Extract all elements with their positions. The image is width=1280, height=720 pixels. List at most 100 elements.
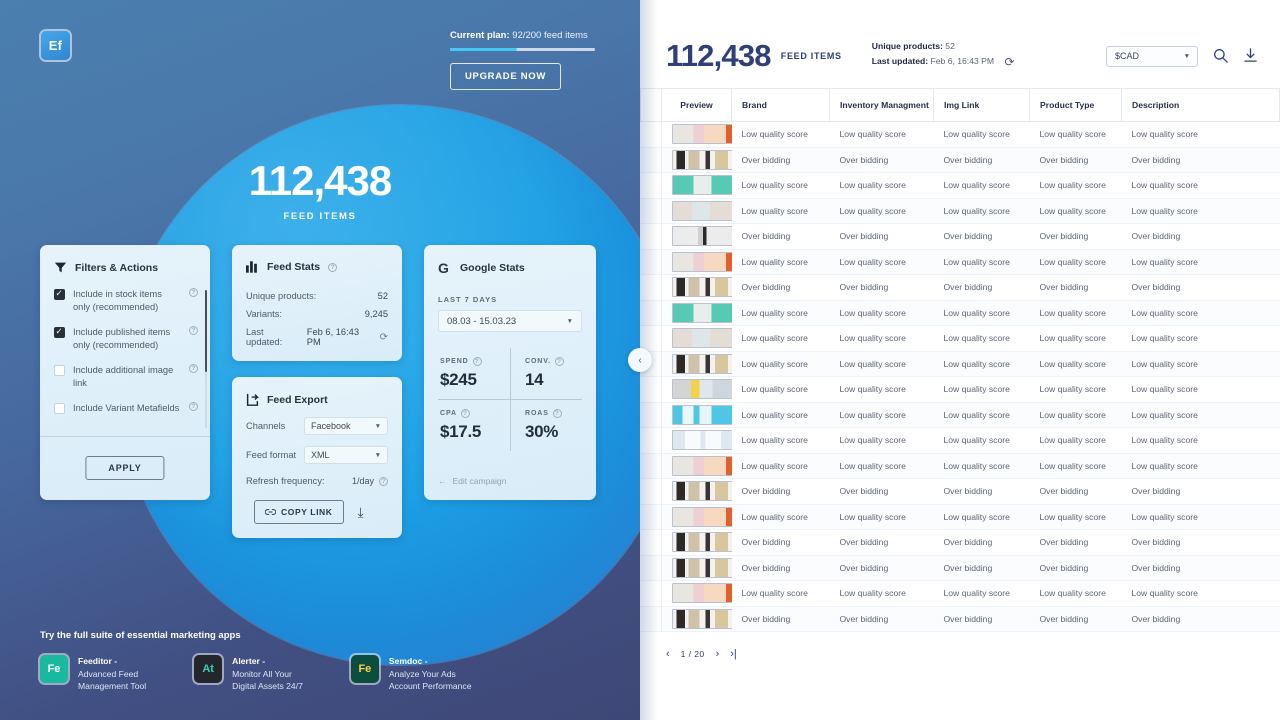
product-type-cell[interactable]: Over bidding [1029, 274, 1122, 301]
table-row[interactable]: Over bidding Over bidding Over bidding Over… [640, 223, 1280, 250]
inventory-cell[interactable]: Low quality score [829, 249, 934, 275]
brand-cell[interactable]: Over bidding [731, 274, 830, 301]
preview-cell[interactable] [661, 555, 732, 581]
brand-cell[interactable]: Low quality score [731, 172, 830, 199]
filter-row[interactable]: Include additional image link ? [54, 364, 198, 389]
img-link-cell[interactable]: Low quality score [933, 121, 1030, 148]
description-cell[interactable]: Over bidding [1121, 147, 1280, 173]
help-icon[interactable]: ? [328, 262, 338, 272]
img-link-cell[interactable]: Over bidding [933, 606, 1030, 632]
inventory-cell[interactable]: Low quality score [829, 504, 934, 530]
preview-cell[interactable] [661, 606, 732, 632]
preview-cell[interactable] [661, 172, 732, 199]
product-type-cell[interactable]: Low quality score [1029, 300, 1122, 326]
row-select-cell[interactable] [640, 376, 662, 403]
app-card-alerter[interactable]: At Alerter - Monitor All Your Digital As… [194, 655, 303, 692]
product-type-cell[interactable]: Low quality score [1029, 402, 1122, 428]
preview-cell[interactable] [661, 198, 732, 224]
description-cell[interactable]: Over bidding [1121, 274, 1280, 301]
description-cell[interactable]: Low quality score [1121, 376, 1280, 403]
img-link-cell[interactable]: Low quality score [933, 376, 1030, 403]
download-icon[interactable]: ⤓ [358, 504, 364, 521]
download-icon[interactable] [1243, 47, 1258, 65]
date-range-select[interactable]: 08.03 - 15.03.23 ▼ [438, 310, 582, 332]
row-select-cell[interactable] [640, 402, 662, 428]
brand-cell[interactable]: Over bidding [731, 147, 830, 173]
edit-campaign-link[interactable]: ← Edit campaign [438, 476, 506, 486]
brand-cell[interactable]: Low quality score [731, 376, 830, 403]
product-type-cell[interactable]: Low quality score [1029, 504, 1122, 530]
product-type-cell[interactable]: Low quality score [1029, 453, 1122, 479]
brand-cell[interactable]: Low quality score [731, 351, 830, 377]
preview-cell[interactable] [661, 325, 732, 352]
inventory-cell[interactable]: Low quality score [829, 121, 934, 148]
row-select-cell[interactable] [640, 580, 662, 607]
column-description[interactable]: Description [1121, 88, 1280, 122]
brand-cell[interactable]: Low quality score [731, 580, 830, 607]
product-type-cell[interactable]: Over bidding [1029, 147, 1122, 173]
row-select-cell[interactable] [640, 427, 662, 454]
img-link-cell[interactable]: Low quality score [933, 504, 1030, 530]
img-link-cell[interactable]: Over bidding [933, 555, 1030, 581]
img-link-cell[interactable]: Over bidding [933, 529, 1030, 556]
description-cell[interactable]: Over bidding [1121, 478, 1280, 505]
row-select-cell[interactable] [640, 274, 662, 301]
description-cell[interactable]: Low quality score [1121, 198, 1280, 224]
column-select[interactable] [640, 88, 662, 122]
help-icon[interactable]: ? [460, 409, 470, 418]
inventory-cell[interactable]: Low quality score [829, 351, 934, 377]
description-cell[interactable]: Over bidding [1121, 223, 1280, 250]
filters-scrollbar-thumb[interactable] [204, 290, 207, 372]
inventory-cell[interactable]: Over bidding [829, 529, 934, 556]
img-link-cell[interactable]: Low quality score [933, 453, 1030, 479]
column-brand[interactable]: Brand [731, 88, 830, 122]
help-icon[interactable]: ? [379, 476, 388, 486]
img-link-cell[interactable]: Low quality score [933, 402, 1030, 428]
img-link-cell[interactable]: Low quality score [933, 325, 1030, 352]
prev-page-button[interactable]: ‹ [666, 648, 670, 660]
help-icon[interactable]: ? [552, 409, 562, 418]
app-card-feeditor[interactable]: Fe Feeditor - Advanced Feed Management T… [40, 655, 146, 692]
upgrade-now-button[interactable]: UPGRADE NOW [450, 63, 562, 90]
help-icon[interactable]: ? [472, 357, 482, 366]
description-cell[interactable]: Over bidding [1121, 555, 1280, 581]
table-row[interactable]: Low quality score Low quality score Low qu… [640, 402, 1280, 428]
table-row[interactable]: Low quality score Low quality score Low qu… [640, 325, 1280, 352]
help-icon[interactable]: ? [189, 326, 198, 336]
inventory-cell[interactable]: Over bidding [829, 147, 934, 173]
img-link-cell[interactable]: Low quality score [933, 249, 1030, 275]
checkbox-include-variant-metafields[interactable] [54, 403, 65, 415]
last-page-button[interactable]: ›| [730, 648, 737, 660]
refresh-icon[interactable]: ⟳ [380, 332, 388, 343]
preview-cell[interactable] [661, 504, 732, 530]
filter-row[interactable]: Include Variant Metafields ? [54, 402, 198, 415]
description-cell[interactable]: Low quality score [1121, 402, 1280, 428]
product-type-cell[interactable]: Low quality score [1029, 376, 1122, 403]
brand-cell[interactable]: Low quality score [731, 198, 830, 224]
description-cell[interactable]: Over bidding [1121, 529, 1280, 556]
app-logo[interactable]: Ef [41, 31, 70, 60]
product-type-cell[interactable]: Low quality score [1029, 427, 1122, 454]
preview-cell[interactable] [661, 376, 732, 403]
column-img-link[interactable]: Img Link [933, 88, 1030, 122]
img-link-cell[interactable]: Over bidding [933, 147, 1030, 173]
img-link-cell[interactable]: Low quality score [933, 351, 1030, 377]
inventory-cell[interactable]: Low quality score [829, 325, 934, 352]
table-row[interactable]: Low quality score Low quality score Low qu… [640, 504, 1280, 530]
channels-select[interactable]: Facebook ▼ [304, 417, 388, 435]
brand-cell[interactable]: Low quality score [731, 402, 830, 428]
row-select-cell[interactable] [640, 555, 662, 581]
row-select-cell[interactable] [640, 504, 662, 530]
row-select-cell[interactable] [640, 147, 662, 173]
description-cell[interactable]: Low quality score [1121, 249, 1280, 275]
brand-cell[interactable]: Over bidding [731, 555, 830, 581]
filter-row[interactable]: Include published items only (recommende… [54, 326, 198, 351]
table-row[interactable]: Low quality score Low quality score Low qu… [640, 427, 1280, 454]
preview-cell[interactable] [661, 274, 732, 301]
brand-cell[interactable]: Low quality score [731, 504, 830, 530]
help-icon[interactable]: ? [189, 402, 198, 412]
img-link-cell[interactable]: Low quality score [933, 427, 1030, 454]
img-link-cell[interactable]: Low quality score [933, 580, 1030, 607]
preview-cell[interactable] [661, 453, 732, 479]
filter-row[interactable]: Include in stock items only (recommended… [54, 288, 198, 313]
